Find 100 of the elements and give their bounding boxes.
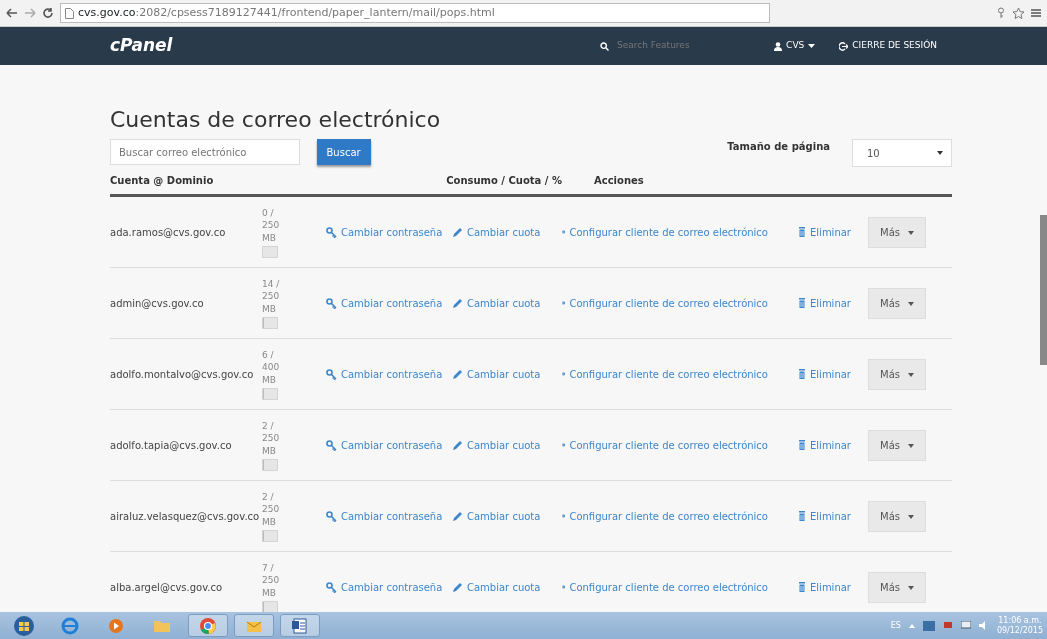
change-quota-link[interactable]: Cambiar cuota — [452, 508, 562, 524]
account-email: airaluz.velasquez@cvs.gov.co — [110, 509, 261, 524]
usage-bar — [262, 246, 278, 259]
reload-icon[interactable] — [42, 7, 54, 19]
delete-link[interactable]: Eliminar — [768, 366, 868, 382]
delete-link[interactable]: Eliminar — [768, 437, 868, 453]
change-password-link[interactable]: Cambiar contraseña — [302, 224, 452, 240]
logo[interactable]: cPanel — [110, 33, 173, 59]
more-button[interactable]: Más — [868, 216, 926, 248]
usage-text: MB — [262, 515, 277, 529]
page-title: Cuentas de correo electrónico — [110, 107, 442, 134]
pencil-icon — [452, 368, 463, 380]
key-icon — [326, 226, 337, 238]
column-header: Consumo / Cuota / % — [446, 174, 562, 189]
windows-logo-icon — [13, 614, 35, 637]
change-quota-link[interactable]: Cambiar cuota — [452, 224, 562, 240]
taskbar-app-button[interactable] — [188, 614, 228, 637]
more-button[interactable]: Más — [868, 500, 926, 532]
change-quota-link[interactable]: Cambiar cuota — [452, 366, 562, 382]
change-password-link[interactable]: Cambiar contraseña — [302, 579, 452, 595]
account-email: admin@cvs.gov.co — [110, 296, 205, 311]
usage-text: 6 / — [262, 348, 275, 362]
taskbar-app-button[interactable] — [280, 614, 320, 637]
logout-icon — [839, 41, 849, 51]
change-password-link[interactable]: Cambiar contraseña — [302, 295, 452, 311]
flag-icon[interactable] — [942, 620, 953, 631]
change-quota-link[interactable]: Cambiar cuota — [452, 579, 562, 595]
forward-icon[interactable] — [24, 8, 36, 18]
search-field[interactable]: Buscar correo electrónico — [110, 139, 300, 166]
clock-time: 11:06 a.m. — [997, 615, 1043, 626]
more-button[interactable]: Más — [868, 571, 926, 603]
configure-client-link[interactable]: Configurar cliente de correo electrónico — [562, 224, 768, 240]
usage-text: MB — [262, 302, 277, 316]
star-icon[interactable] — [1012, 6, 1025, 20]
account-email: alba.argel@cvs.gov.co — [110, 580, 224, 595]
delete-link[interactable]: Eliminar — [768, 508, 868, 524]
usage-text: MB — [262, 444, 277, 458]
change-password-link[interactable]: Cambiar contraseña — [302, 366, 452, 382]
browser-icon — [60, 615, 80, 636]
trash-icon — [798, 511, 806, 522]
document-icon — [290, 615, 310, 636]
delete-link[interactable]: Eliminar — [768, 295, 868, 311]
pencil-icon — [452, 510, 463, 522]
delete-link[interactable]: Eliminar — [768, 224, 868, 240]
page-size-select[interactable]: 10 — [852, 139, 952, 168]
usage-text: 7 / — [262, 561, 275, 575]
configure-client-link[interactable]: Configurar cliente de correo electrónico — [562, 437, 768, 453]
key-icon — [326, 510, 337, 522]
usage-text: 14 / — [262, 277, 281, 291]
caret-icon — [908, 514, 914, 519]
account-email: adolfo.tapia@cvs.gov.co — [110, 438, 233, 453]
usage-text: 250 — [262, 219, 281, 232]
trash-icon — [798, 440, 806, 451]
key-icon — [326, 581, 337, 593]
logout-link[interactable]: CIERRE DE SESIÓN — [839, 39, 937, 53]
address-bar[interactable]: cvs.gov.co:2082/cpsess7189127441/frontend/paper_lantern/mail/pops.html — [60, 3, 770, 23]
change-quota-link[interactable]: Cambiar cuota — [452, 295, 562, 311]
search-features-field[interactable]: Search Features — [615, 38, 726, 54]
column-header: Cuenta @ Dominio — [110, 174, 215, 189]
usage-text: 400 — [262, 361, 281, 374]
key-icon — [326, 368, 337, 380]
usage-text: MB — [262, 231, 277, 245]
caret-icon — [908, 301, 914, 306]
account-email: ada.ramos@cvs.gov.co — [110, 225, 227, 240]
caret-icon — [908, 443, 914, 448]
usage-text: MB — [262, 373, 277, 387]
configure-client-link[interactable]: Configurar cliente de correo electrónico — [562, 508, 768, 524]
usage-text: 0 / — [262, 206, 275, 220]
caret-icon — [908, 585, 914, 590]
more-button[interactable]: Más — [868, 429, 926, 461]
delete-link[interactable]: Eliminar — [768, 579, 868, 595]
tray-arrow-icon[interactable] — [908, 623, 915, 628]
page-icon — [65, 7, 74, 19]
change-quota-link[interactable]: Cambiar cuota — [452, 437, 562, 453]
configure-client-link[interactable]: Configurar cliente de correo electrónico — [562, 366, 768, 382]
more-button[interactable]: Más — [868, 358, 926, 390]
trash-icon — [798, 369, 806, 380]
caret-icon — [808, 44, 816, 48]
usage-text: 2 / — [262, 419, 275, 433]
scrollbar-thumb[interactable] — [1040, 215, 1047, 365]
back-icon[interactable] — [6, 8, 18, 18]
url-text: cvs.gov.co:2082/cpsess7189127441/frontend/paper_lantern/mail/pops.html — [78, 4, 495, 21]
clock[interactable]: 11:06 a.m. 09/12/2015 — [996, 615, 1043, 636]
trash-icon — [798, 298, 806, 309]
clock-date: 09/12/2015 — [996, 625, 1043, 636]
change-password-link[interactable]: Cambiar contraseña — [302, 437, 452, 453]
trash-icon — [798, 582, 806, 593]
caret-icon — [908, 372, 914, 377]
configure-client-link[interactable]: Configurar cliente de correo electrónico — [562, 295, 768, 311]
account-email: adolfo.montalvo@cvs.gov.co — [110, 367, 255, 382]
language-indicator[interactable]: ES — [890, 619, 901, 632]
more-button[interactable]: Más — [868, 287, 926, 319]
configure-client-link[interactable]: Configurar cliente de correo electrónico — [562, 579, 768, 595]
key-icon[interactable] — [996, 7, 1006, 19]
menu-icon[interactable] — [1031, 8, 1041, 18]
search-button[interactable]: Buscar — [316, 139, 371, 166]
change-password-link[interactable]: Cambiar contraseña — [302, 508, 452, 524]
pencil-icon — [452, 581, 463, 593]
user-menu[interactable]: CVS — [774, 39, 816, 53]
monitor-icon[interactable] — [960, 621, 971, 630]
